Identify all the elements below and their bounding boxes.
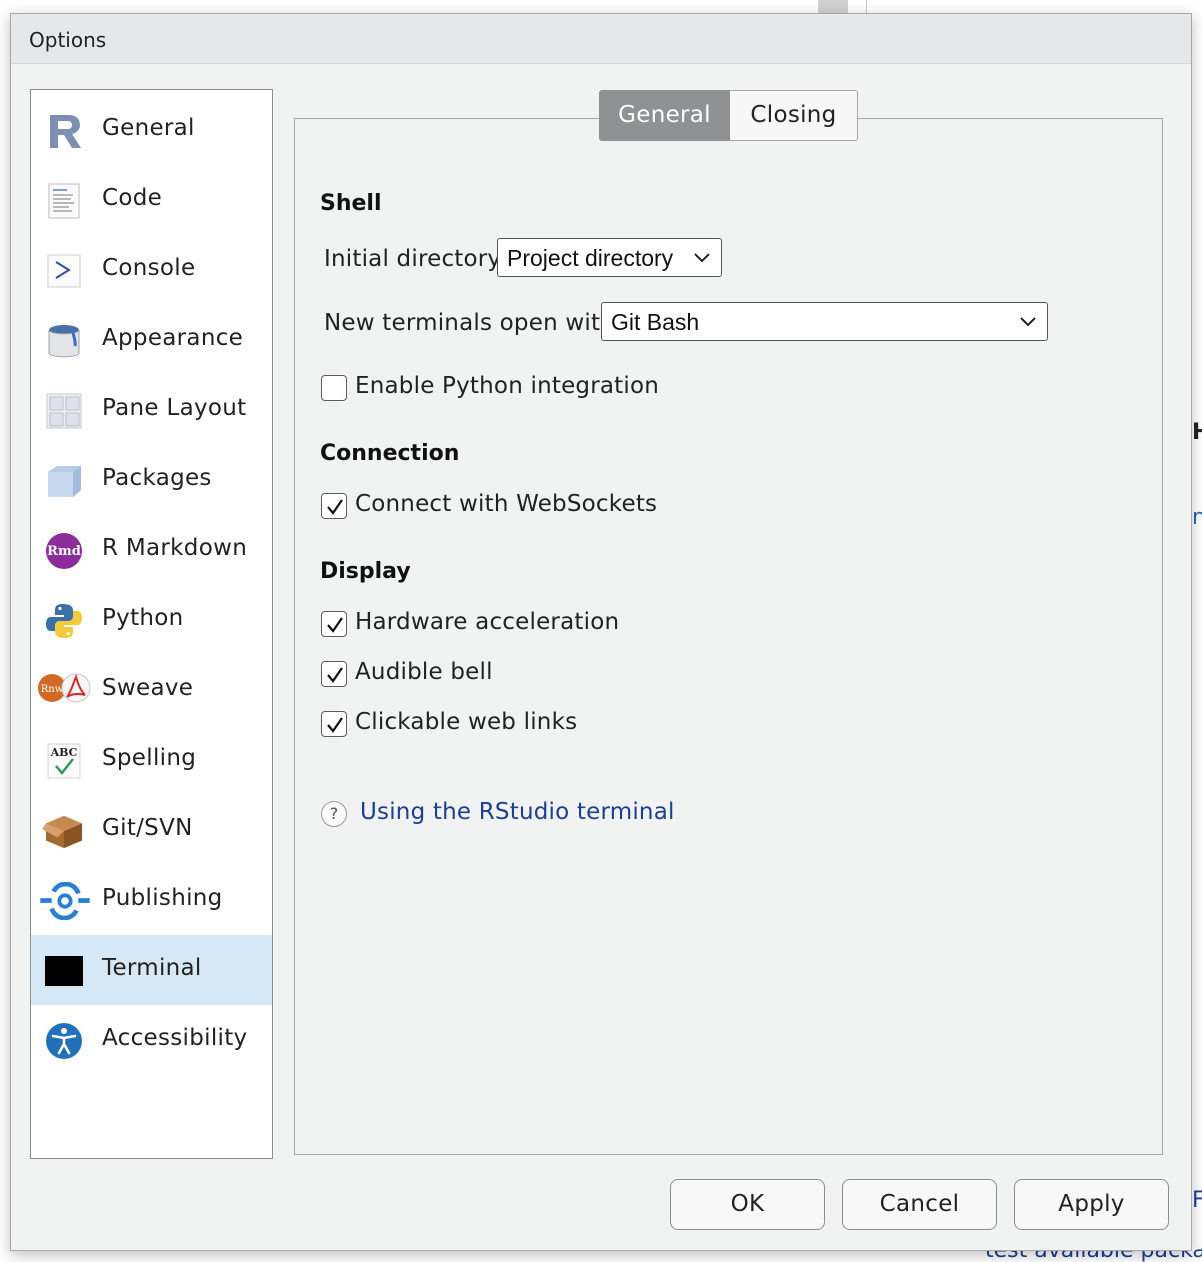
ok-button[interactable]: OK (670, 1179, 825, 1230)
section-title-display: Display (320, 559, 411, 584)
sidebar-item-label: Packages (102, 465, 212, 491)
checkbox-box[interactable] (321, 611, 347, 637)
checkbox-label: Enable Python integration (355, 373, 660, 399)
sidebar-item-pane-layout[interactable]: Pane Layout (31, 375, 272, 445)
checkmark-icon (327, 617, 343, 633)
code-document-icon (48, 183, 80, 219)
sidebar-item-label: General (102, 115, 195, 141)
section-title-shell: Shell (320, 191, 382, 216)
svg-text:Rmd: Rmd (47, 544, 81, 559)
checkmark-icon (327, 717, 343, 733)
sidebar-item-code[interactable]: Code (31, 165, 272, 235)
sidebar-item-label: Spelling (102, 745, 197, 771)
package-cube-icon (48, 466, 81, 497)
sidebar-item-label: Accessibility (102, 1025, 248, 1051)
title-bar: Options (11, 14, 1191, 64)
sidebar-item-label: Appearance (102, 325, 244, 351)
svg-text:ABC: ABC (50, 746, 78, 759)
sidebar-item-sweave[interactable]: Rnw Sweave (31, 655, 272, 725)
git-box-icon (42, 815, 83, 849)
spellcheck-icon: ABC (47, 743, 81, 779)
options-dialog: Options General Code Console Appearance … (10, 13, 1192, 1251)
terminal-options-panel: Shell Initial directory: Project directo… (294, 118, 1163, 1155)
checkmark-icon (327, 499, 343, 515)
sidebar-item-console[interactable]: Console (31, 235, 272, 305)
tab-general[interactable]: General (599, 90, 730, 141)
select-value: Git Bash (611, 309, 700, 335)
cancel-button[interactable]: Cancel (842, 1179, 997, 1230)
sidebar-item-general[interactable]: General (31, 95, 272, 165)
help-link-text[interactable]: Using the RStudio terminal (360, 799, 675, 825)
sidebar-item-label: Sweave (102, 675, 194, 701)
new-terminals-label: New terminals open with: (324, 310, 623, 336)
checkbox-box[interactable] (321, 711, 347, 737)
tab-closing[interactable]: Closing (730, 90, 858, 141)
sidebar-item-spelling[interactable]: ABC Spelling (31, 725, 272, 795)
background-fragment-right-b: n (1192, 505, 1202, 530)
accessibility-icon (46, 1023, 82, 1059)
background-fragment-right-a: H (1192, 420, 1202, 445)
svg-text:Rnw: Rnw (41, 684, 64, 695)
python-logo-icon (46, 604, 82, 638)
checkbox-box[interactable] (321, 661, 347, 687)
sidebar-item-publishing[interactable]: Publishing (31, 865, 272, 935)
background-scrollbar (818, 0, 848, 13)
initial-directory-select[interactable]: Project directory (497, 238, 722, 277)
checkbox-box[interactable] (321, 375, 347, 401)
sidebar-item-label: Python (102, 605, 184, 631)
sidebar-item-accessibility[interactable]: Accessibility (31, 1005, 272, 1075)
terminal-icon (45, 956, 83, 986)
tab-bar: General Closing (599, 90, 858, 141)
sidebar-item-label: Git/SVN (102, 815, 193, 841)
section-title-connection: Connection (320, 441, 460, 466)
sidebar-item-label: R Markdown (102, 535, 248, 561)
sidebar-item-label: Code (102, 185, 163, 211)
chevron-down-icon (694, 253, 710, 263)
checkbox-box[interactable] (321, 493, 347, 519)
chevron-down-icon (1020, 317, 1036, 327)
pane-grid-icon (46, 393, 82, 429)
options-sidebar: General Code Console Appearance Pane Lay… (30, 89, 273, 1159)
console-prompt-icon (47, 254, 81, 288)
checkmark-icon (327, 667, 343, 683)
checkbox-label: Audible bell (355, 659, 493, 685)
sidebar-item-python[interactable]: Python (31, 585, 272, 655)
sidebar-item-label: Console (102, 255, 196, 281)
apply-button[interactable]: Apply (1014, 1179, 1169, 1230)
rmd-icon: Rmd (46, 533, 82, 569)
background-fragment-right-c: F (1192, 1188, 1202, 1213)
sidebar-item-appearance[interactable]: Appearance (31, 305, 272, 375)
window-title: Options (29, 28, 107, 52)
sidebar-item-git-svn[interactable]: Git/SVN (31, 795, 272, 865)
new-terminals-select[interactable]: Git Bash (601, 302, 1048, 341)
initial-directory-label: Initial directory: (324, 246, 508, 272)
paint-bucket-icon (48, 325, 80, 358)
checkbox-label: Clickable web links (355, 709, 578, 735)
checkbox-label: Hardware acceleration (355, 609, 620, 635)
sidebar-item-label: Pane Layout (102, 395, 247, 421)
sweave-pdf-icon: Rnw (38, 673, 91, 703)
background-divider (866, 0, 867, 13)
sidebar-item-r-markdown[interactable]: Rmd R Markdown (31, 515, 272, 585)
publishing-icon (40, 882, 90, 920)
checkbox-label: Connect with WebSockets (355, 491, 658, 517)
select-value: Project directory (507, 245, 674, 271)
sidebar-item-packages[interactable]: Packages (31, 445, 272, 515)
sidebar-item-label: Terminal (102, 955, 202, 981)
sidebar-item-label: Publishing (102, 885, 223, 911)
sidebar-item-terminal[interactable]: Terminal (31, 935, 272, 1005)
help-question-icon: ? (321, 801, 347, 827)
r-logo-icon (50, 115, 81, 148)
